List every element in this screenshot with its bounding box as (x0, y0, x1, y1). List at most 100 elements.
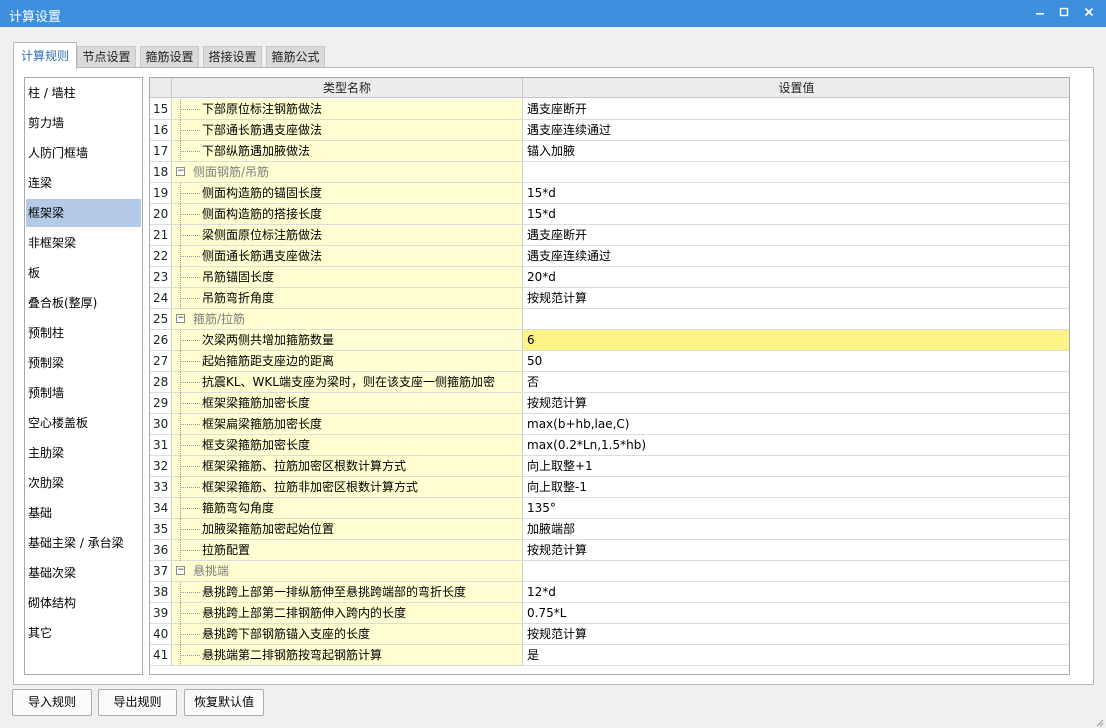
table-row[interactable]: 29 框架梁箍筋加密长度 按规范计算 (150, 393, 1069, 414)
sidebar-item-frame-beam[interactable]: 框架梁 (26, 199, 141, 227)
table-row[interactable]: 15 下部原位标注钢筋做法 遇支座断开 (150, 99, 1069, 120)
table-row[interactable]: 41 悬挑端第二排钢筋按弯起钢筋计算 是 (150, 645, 1069, 666)
setting-value[interactable] (523, 309, 1069, 329)
table-row[interactable]: 28 抗震KL、WKL端支座为梁时，则在该支座一侧箍筋加密 否 (150, 372, 1069, 393)
export-rules-button[interactable]: 导出规则 (98, 689, 177, 716)
sidebar-item-precast-column[interactable]: 预制柱 (26, 319, 141, 347)
group-row[interactable]: 18− 侧面钢筋/吊筋 (150, 162, 1069, 183)
column-header-type[interactable]: 类型名称 (172, 78, 523, 98)
table-row[interactable]: 26 次梁两侧共增加箍筋数量 6 (150, 330, 1069, 351)
sidebar-item-shear-wall[interactable]: 剪力墙 (26, 109, 141, 137)
setting-value[interactable]: 按规范计算 (523, 624, 1069, 644)
setting-value[interactable]: 锚入加腋 (523, 141, 1069, 161)
setting-value[interactable]: 向上取整-1 (523, 477, 1069, 497)
table-row[interactable]: 27 起始箍筋距支座边的距离 50 (150, 351, 1069, 372)
tree-branch-icon (180, 151, 200, 152)
setting-value[interactable]: 15*d (523, 183, 1069, 203)
collapse-icon[interactable]: − (176, 314, 185, 323)
table-row[interactable]: 21 梁侧面原位标注筋做法 遇支座断开 (150, 225, 1069, 246)
setting-value[interactable]: 遇支座连续通过 (523, 120, 1069, 140)
column-header-value[interactable]: 设置值 (523, 78, 1069, 98)
setting-value[interactable]: 向上取整+1 (523, 456, 1069, 476)
setting-value[interactable]: max(0.2*Ln,1.5*hb) (523, 435, 1069, 455)
tab-stirrup-formula[interactable]: 箍筋公式 (266, 46, 325, 68)
group-row[interactable]: 25− 箍筋/拉筋 (150, 309, 1069, 330)
setting-value[interactable]: 12*d (523, 582, 1069, 602)
tab-lap-settings[interactable]: 搭接设置 (203, 46, 262, 68)
sidebar-item-non-frame-beam[interactable]: 非框架梁 (26, 229, 141, 257)
setting-value[interactable] (523, 561, 1069, 581)
setting-value[interactable]: 50 (523, 351, 1069, 371)
setting-name-cell: 下部纵筋遇加腋做法 (172, 141, 523, 162)
tab-node-settings[interactable]: 节点设置 (77, 46, 136, 68)
setting-value[interactable]: 是 (523, 645, 1069, 665)
minimize-icon[interactable] (1030, 4, 1050, 22)
sidebar-item-masonry[interactable]: 砌体结构 (26, 589, 141, 617)
table-row[interactable]: 20 侧面构造筋的搭接长度 15*d (150, 204, 1069, 225)
tab-stirrup-settings[interactable]: 箍筋设置 (140, 46, 199, 68)
row-number: 19 (150, 183, 172, 203)
sidebar-item-column[interactable]: 柱 / 墙柱 (26, 79, 141, 107)
sidebar-item-foundation-secondary-beam[interactable]: 基础次梁 (26, 559, 141, 587)
sidebar-item-secondary-rib-beam[interactable]: 次肋梁 (26, 469, 141, 497)
sidebar-item-slab[interactable]: 板 (26, 259, 141, 287)
table-row[interactable]: 17 下部纵筋遇加腋做法 锚入加腋 (150, 141, 1069, 162)
sidebar-item-composite-slab[interactable]: 叠合板(整厚) (26, 289, 141, 317)
setting-value[interactable]: 按规范计算 (523, 288, 1069, 308)
setting-name: 悬挑跨上部第二排钢筋伸入跨内的长度 (202, 606, 407, 620)
setting-name-cell: 框架梁箍筋、拉筋加密区根数计算方式 (172, 456, 523, 477)
setting-value[interactable]: 6 (523, 330, 1069, 350)
setting-value[interactable]: 遇支座断开 (523, 99, 1069, 119)
table-row[interactable]: 39 悬挑跨上部第二排钢筋伸入跨内的长度 0.75*L (150, 603, 1069, 624)
setting-value[interactable]: 按规范计算 (523, 540, 1069, 560)
setting-value[interactable]: 15*d (523, 204, 1069, 224)
resize-grip-icon[interactable] (1094, 716, 1104, 727)
import-rules-button[interactable]: 导入规则 (12, 689, 92, 716)
setting-value[interactable]: 135° (523, 498, 1069, 518)
table-row[interactable]: 34 箍筋弯勾角度 135° (150, 498, 1069, 519)
setting-value[interactable]: 遇支座连续通过 (523, 246, 1069, 266)
close-icon[interactable] (1079, 4, 1099, 22)
table-row[interactable]: 33 框架梁箍筋、拉筋非加密区根数计算方式 向上取整-1 (150, 477, 1069, 498)
sidebar-item-foundation[interactable]: 基础 (26, 499, 141, 527)
setting-name: 下部原位标注钢筋做法 (202, 102, 323, 116)
sidebar-item-hollow-floor[interactable]: 空心楼盖板 (26, 409, 141, 437)
setting-value[interactable]: 按规范计算 (523, 393, 1069, 413)
group-row[interactable]: 37− 悬挑端 (150, 561, 1069, 582)
table-row[interactable]: 31 框支梁箍筋加密长度 max(0.2*Ln,1.5*hb) (150, 435, 1069, 456)
setting-value[interactable]: 否 (523, 372, 1069, 392)
table-row[interactable]: 36 拉筋配置 按规范计算 (150, 540, 1069, 561)
tree-branch-icon (180, 508, 200, 509)
table-row[interactable]: 24 吊筋弯折角度 按规范计算 (150, 288, 1069, 309)
setting-name: 框支梁箍筋加密长度 (202, 438, 311, 452)
setting-value[interactable] (523, 162, 1069, 182)
setting-name: 悬挑端第二排钢筋按弯起钢筋计算 (202, 648, 383, 662)
sidebar-item-foundation-main-beam[interactable]: 基础主梁 / 承台梁 (26, 529, 141, 557)
maximize-icon[interactable] (1054, 4, 1074, 22)
setting-value[interactable]: 20*d (523, 267, 1069, 287)
sidebar-item-other[interactable]: 其它 (26, 619, 141, 647)
setting-name: 框架梁箍筋、拉筋非加密区根数计算方式 (202, 480, 419, 494)
table-row[interactable]: 32 框架梁箍筋、拉筋加密区根数计算方式 向上取整+1 (150, 456, 1069, 477)
setting-value[interactable]: 加腋端部 (523, 519, 1069, 539)
table-row[interactable]: 38 悬挑跨上部第一排纵筋伸至悬挑跨端部的弯折长度 12*d (150, 582, 1069, 603)
setting-value[interactable]: 0.75*L (523, 603, 1069, 623)
table-row[interactable]: 30 框架扁梁箍筋加密长度 max(b+hb,lae,C) (150, 414, 1069, 435)
table-row[interactable]: 19 侧面构造筋的锚固长度 15*d (150, 183, 1069, 204)
setting-value[interactable]: 遇支座断开 (523, 225, 1069, 245)
tab-calc-rules[interactable]: 计算规则 (13, 42, 77, 69)
sidebar-item-coupling-beam[interactable]: 连梁 (26, 169, 141, 197)
sidebar-item-civil-defense-door[interactable]: 人防门框墙 (26, 139, 141, 167)
table-row[interactable]: 16 下部通长筋遇支座做法 遇支座连续通过 (150, 120, 1069, 141)
collapse-icon[interactable]: − (176, 566, 185, 575)
table-row[interactable]: 35 加腋梁箍筋加密起始位置 加腋端部 (150, 519, 1069, 540)
collapse-icon[interactable]: − (176, 167, 185, 176)
sidebar-item-precast-wall[interactable]: 预制墙 (26, 379, 141, 407)
setting-value[interactable]: max(b+hb,lae,C) (523, 414, 1069, 434)
table-row[interactable]: 23 吊筋锚固长度 20*d (150, 267, 1069, 288)
table-row[interactable]: 40 悬挑跨下部钢筋锚入支座的长度 按规范计算 (150, 624, 1069, 645)
sidebar-item-main-rib-beam[interactable]: 主肋梁 (26, 439, 141, 467)
table-row[interactable]: 22 侧面通长筋遇支座做法 遇支座连续通过 (150, 246, 1069, 267)
restore-defaults-button[interactable]: 恢复默认值 (184, 689, 264, 716)
sidebar-item-precast-beam[interactable]: 预制梁 (26, 349, 141, 377)
